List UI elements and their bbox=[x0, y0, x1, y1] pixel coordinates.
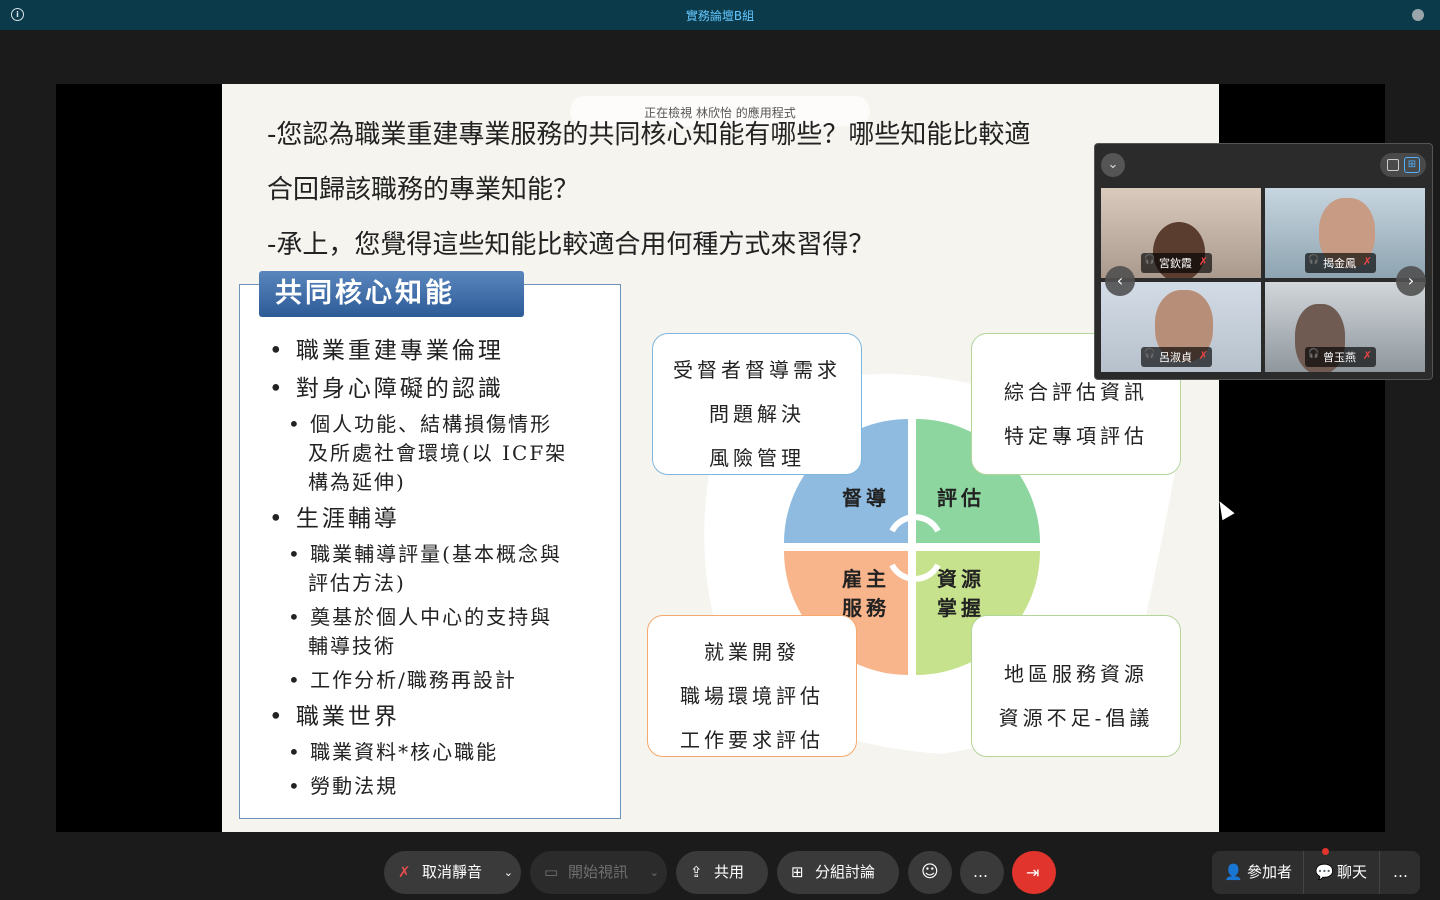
more-button[interactable]: … bbox=[1379, 851, 1421, 894]
share-icon: ⇪ bbox=[690, 863, 703, 881]
share-button[interactable]: ⇪ 共用 bbox=[676, 851, 768, 894]
question-line-2: 合回歸該職務的專業知能？ bbox=[267, 175, 580, 205]
chat-button[interactable]: 💬 聊天 bbox=[1303, 848, 1379, 894]
exit-icon: ⇥ bbox=[1026, 863, 1040, 882]
list-item: • 職業世界 bbox=[269, 704, 400, 730]
unread-badge bbox=[1322, 848, 1329, 855]
list-item: 構為延伸) bbox=[308, 470, 406, 494]
title-bar: i 實務論壇B組 bbox=[0, 0, 1440, 30]
list-item: • 職業輔導評量(基本概念與 bbox=[288, 542, 562, 566]
quadrant-label-supervise: 督導 bbox=[842, 486, 890, 510]
question-line-3: -承上，您覺得這些知能比較適合用何種方式來習得？ bbox=[267, 230, 875, 260]
shield-icon[interactable] bbox=[1412, 9, 1424, 21]
layout-toggle[interactable]: ⊞ bbox=[1380, 153, 1426, 177]
participant-video[interactable]: 揭金鳳 bbox=[1265, 188, 1425, 278]
video-off-icon: ▭ bbox=[544, 863, 559, 881]
participant-name: 曾玉燕 bbox=[1305, 347, 1376, 367]
chat-icon: 💬 bbox=[1315, 863, 1334, 881]
question-line-1: -您認為職業重建專業服務的共同核心知能有哪些？哪些知能比較適 bbox=[267, 120, 1031, 150]
single-view-icon[interactable] bbox=[1387, 159, 1399, 171]
participant-video[interactable]: 宮欽霞 bbox=[1101, 188, 1261, 278]
list-item: • 職業資料*核心職能 bbox=[288, 740, 499, 764]
list-item: • 奠基於個人中心的支持與 bbox=[288, 605, 553, 629]
right-controls: 👤 參加者 💬 聊天 … bbox=[1212, 848, 1421, 894]
start-video-button[interactable]: ▭ 開始視訊 ⌄ bbox=[530, 851, 667, 894]
box-supervision: 受督者督導需求 問題解決 風險管理 bbox=[652, 333, 862, 475]
participant-name: 揭金鳳 bbox=[1305, 253, 1376, 273]
quadrant-label-resource: 資源 掌握 bbox=[937, 567, 985, 620]
person-icon: 👤 bbox=[1224, 863, 1243, 881]
mute-button[interactable]: ✗ 取消靜音 ⌄ bbox=[384, 851, 521, 894]
list-item: • 對身心障礙的認識 bbox=[269, 376, 504, 402]
participant-video[interactable]: 呂淑貞 bbox=[1101, 282, 1261, 372]
list-item: • 職業重建專業倫理 bbox=[269, 338, 504, 364]
list-item: • 個人功能、結構損傷情形 bbox=[288, 412, 553, 436]
mic-off-icon: ✗ bbox=[398, 863, 411, 881]
reactions-button[interactable]: ☺ bbox=[908, 851, 952, 894]
participant-name: 宮欽霞 bbox=[1141, 253, 1212, 273]
quadrant-label-employer: 雇主 服務 bbox=[842, 567, 890, 620]
box-employer-service: 就業開發 職場環境評估 工作要求評估 bbox=[647, 615, 857, 757]
collapse-chevron-icon[interactable]: ⌄ bbox=[1101, 153, 1125, 177]
participant-video[interactable]: 曾玉燕 bbox=[1265, 282, 1425, 372]
shared-slide: 正在檢視 林欣怡 的應用程式 -您認為職業重建專業服務的共同核心知能有哪些？哪些… bbox=[222, 84, 1219, 832]
list-item: 及所處社會環境(以 ICF架 bbox=[308, 441, 568, 465]
list-item: • 工作分析/職務再設計 bbox=[288, 668, 517, 692]
list-item: • 勞動法規 bbox=[288, 774, 399, 798]
list-item: 評估方法) bbox=[308, 571, 406, 595]
breakout-button[interactable]: ⊞ 分組討論 bbox=[777, 851, 899, 894]
chevron-down-icon[interactable]: ⌄ bbox=[504, 851, 513, 894]
leave-meeting-button[interactable]: ⇥ bbox=[1012, 851, 1056, 894]
panel-title: 共同核心知能 bbox=[259, 271, 524, 317]
participant-name: 呂淑貞 bbox=[1141, 347, 1212, 367]
list-item: 輔導技術 bbox=[308, 634, 396, 658]
box-resources: 地區服務資源 資源不足-倡議 bbox=[971, 615, 1181, 757]
smile-icon: ☺ bbox=[921, 862, 939, 882]
gallery-prev-button[interactable]: ‹ bbox=[1105, 266, 1135, 296]
list-item: • 生涯輔導 bbox=[269, 506, 400, 532]
meeting-toolbar: ✗ 取消靜音 ⌄ ▭ 開始視訊 ⌄ ⇪ 共用 ⊞ 分組討論 ☺ … ⇥ 👤 參加… bbox=[0, 842, 1440, 900]
quadrant-label-assess: 評估 bbox=[937, 486, 985, 510]
gallery-next-button[interactable]: › bbox=[1396, 266, 1426, 296]
participants-button[interactable]: 👤 參加者 bbox=[1212, 851, 1302, 894]
grid-icon: ⊞ bbox=[791, 863, 804, 881]
more-options-button[interactable]: … bbox=[960, 851, 1004, 894]
meeting-title: 實務論壇B組 bbox=[685, 9, 755, 23]
grid-view-icon[interactable]: ⊞ bbox=[1404, 157, 1420, 173]
chevron-down-icon[interactable]: ⌄ bbox=[650, 851, 659, 894]
video-gallery: ⌄ ⊞ 宮欽霞 揭金鳳 呂淑貞 曾玉燕 ‹ › bbox=[1094, 143, 1433, 380]
